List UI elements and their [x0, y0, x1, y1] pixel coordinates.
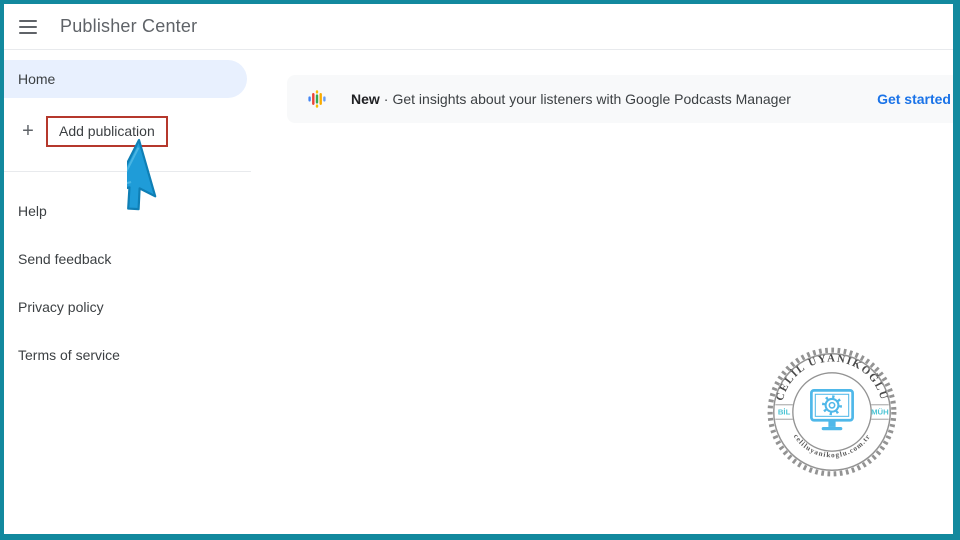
- sidebar-item-privacy-policy[interactable]: Privacy policy: [4, 283, 251, 331]
- sidebar-item-help[interactable]: Help: [4, 187, 251, 235]
- sidebar-item-send-feedback[interactable]: Send feedback: [4, 235, 251, 283]
- banner-message-text: Get insights about your listeners with G…: [392, 91, 791, 107]
- add-publication-row: + Add publication: [4, 115, 251, 147]
- plus-icon: +: [22, 120, 34, 142]
- add-publication-button[interactable]: Add publication: [46, 115, 168, 147]
- banner-separator: ·: [383, 91, 389, 107]
- banner-new-badge: New: [351, 91, 380, 107]
- top-app-bar: Publisher Center: [4, 4, 953, 50]
- page-title: Publisher Center: [60, 16, 198, 36]
- screenshot-frame: Publisher Center Home + Add publication …: [0, 0, 960, 540]
- banner-message: New · Get insights about your listeners wi…: [351, 91, 791, 107]
- podcasts-promo-banner: New · Get insights about your listeners wi…: [287, 75, 953, 123]
- google-podcasts-icon: [308, 90, 326, 108]
- sidebar: Home + Add publication Help Send feedbac…: [4, 50, 251, 534]
- publisher-center-window: Publisher Center Home + Add publication …: [4, 4, 953, 534]
- sidebar-item-home[interactable]: Home: [4, 60, 247, 98]
- sidebar-links: Help Send feedback Privacy policy Terms …: [4, 172, 251, 379]
- sidebar-item-home-label: Home: [18, 71, 56, 87]
- get-started-link[interactable]: Get started: [861, 91, 951, 107]
- main-content: New · Get insights about your listeners wi…: [251, 50, 953, 534]
- menu-hamburger-icon[interactable]: [4, 4, 52, 50]
- sidebar-item-terms-of-service[interactable]: Terms of service: [4, 331, 251, 379]
